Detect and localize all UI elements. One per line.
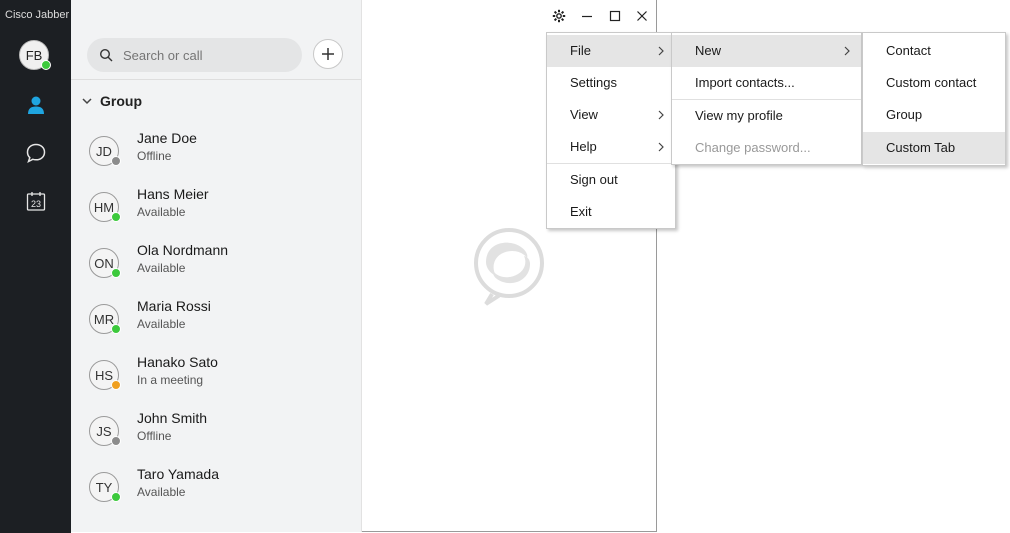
- jabber-logo: [474, 228, 544, 306]
- contact-item[interactable]: JD Jane Doe Offline: [89, 130, 349, 186]
- menu-item-contact[interactable]: Contact: [863, 35, 1005, 67]
- minimize-icon[interactable]: [579, 8, 595, 24]
- menu-item-custom-contact[interactable]: Custom contact: [863, 67, 1005, 99]
- menu-item-help[interactable]: Help: [547, 131, 675, 163]
- avatar: HM: [89, 192, 121, 222]
- contact-name: Taro Yamada: [137, 466, 219, 482]
- contact-item[interactable]: TY Taro Yamada Available: [89, 466, 349, 522]
- menu-item-view[interactable]: View: [547, 99, 675, 131]
- avatar-initials: HM: [93, 199, 115, 215]
- presence-indicator: [111, 268, 121, 278]
- search-input[interactable]: [121, 46, 295, 64]
- avatar: MR: [89, 304, 121, 334]
- avatar-initials: MR: [93, 311, 115, 327]
- contact-status: In a meeting: [137, 373, 204, 387]
- gear-icon[interactable]: [551, 8, 567, 24]
- my-presence-indicator: [41, 60, 51, 70]
- avatar: TY: [89, 472, 121, 502]
- contact-status: Available: [137, 317, 186, 331]
- menu-item-new[interactable]: New: [672, 35, 861, 67]
- group-name: Group: [100, 93, 142, 109]
- contact-name: Ola Nordmann: [137, 242, 229, 258]
- presence-indicator: [111, 492, 121, 502]
- avatar-initials: HS: [94, 367, 114, 383]
- navigation-rail: Cisco Jabber FB 23: [0, 0, 71, 533]
- contact-name: Maria Rossi: [137, 298, 211, 314]
- new-submenu: Contact Custom contact Group Custom Tab: [862, 32, 1006, 166]
- menu-item-group[interactable]: Group: [863, 99, 1005, 131]
- avatar-initials: JD: [96, 143, 112, 159]
- avatar: JS: [89, 416, 121, 446]
- menu-item-custom-tab[interactable]: Custom Tab: [863, 132, 1005, 164]
- contact-name: John Smith: [137, 410, 208, 426]
- contacts-panel: Group JD Jane Doe Offline HM Hans Meier Avail…: [71, 0, 362, 532]
- contact-item[interactable]: ON Ola Nordmann Available: [89, 242, 349, 298]
- menu-item-exit[interactable]: Exit: [547, 196, 675, 228]
- avatar-initials: JS: [96, 423, 112, 439]
- main-menu: File Settings View Help Sign out Exit: [546, 32, 676, 229]
- contact-status: Available: [137, 205, 186, 219]
- divider: [71, 79, 361, 80]
- contact-name: Jane Doe: [137, 130, 197, 146]
- file-submenu: New Import contacts... View my profile C…: [671, 32, 862, 165]
- close-icon[interactable]: [634, 8, 650, 24]
- search-icon: [99, 48, 113, 62]
- search-box[interactable]: [87, 38, 302, 72]
- contacts-icon[interactable]: [23, 92, 49, 118]
- group-header[interactable]: Group: [81, 93, 142, 109]
- plus-icon: [322, 48, 334, 60]
- my-initials: FB: [25, 47, 43, 63]
- menu-item-file[interactable]: File: [547, 35, 675, 67]
- calendar-icon[interactable]: 23: [23, 188, 49, 214]
- calendar-day: 23: [31, 199, 41, 209]
- chats-icon[interactable]: [23, 140, 49, 166]
- app-title: Cisco Jabber: [5, 9, 70, 21]
- presence-indicator: [111, 156, 121, 166]
- contact-status: Available: [137, 261, 186, 275]
- contact-name: Hans Meier: [137, 186, 209, 202]
- contact-name: Hanako Sato: [137, 354, 218, 370]
- avatar: ON: [89, 248, 121, 278]
- avatar-initials: ON: [94, 255, 114, 271]
- menu-item-import-contacts[interactable]: Import contacts...: [672, 67, 861, 99]
- chevron-right-icon: [844, 46, 850, 56]
- avatar-initials: TY: [95, 479, 113, 495]
- presence-indicator: [111, 324, 121, 334]
- contact-status: Offline: [137, 429, 172, 443]
- contact-status: Available: [137, 485, 186, 499]
- menu-item-view-my-profile[interactable]: View my profile: [672, 100, 861, 132]
- presence-indicator: [111, 380, 121, 390]
- contact-item[interactable]: JS John Smith Offline: [89, 410, 349, 466]
- chevron-right-icon: [658, 46, 664, 56]
- chevron-right-icon: [658, 142, 664, 152]
- presence-indicator: [111, 212, 121, 222]
- contact-item[interactable]: HM Hans Meier Available: [89, 186, 349, 242]
- menu-item-sign-out[interactable]: Sign out: [547, 164, 675, 196]
- chevron-down-icon: [82, 98, 92, 105]
- my-avatar[interactable]: FB: [19, 40, 51, 70]
- chevron-right-icon: [658, 110, 664, 120]
- contact-item[interactable]: HS Hanako Sato In a meeting: [89, 354, 349, 410]
- menu-item-settings[interactable]: Settings: [547, 67, 675, 99]
- contact-status: Offline: [137, 149, 172, 163]
- avatar: JD: [89, 136, 121, 166]
- contact-item[interactable]: MR Maria Rossi Available: [89, 298, 349, 354]
- presence-indicator: [111, 436, 121, 446]
- add-button[interactable]: [313, 39, 343, 69]
- menu-item-change-password: Change password...: [695, 140, 811, 155]
- avatar: HS: [89, 360, 121, 390]
- maximize-icon[interactable]: [607, 8, 623, 24]
